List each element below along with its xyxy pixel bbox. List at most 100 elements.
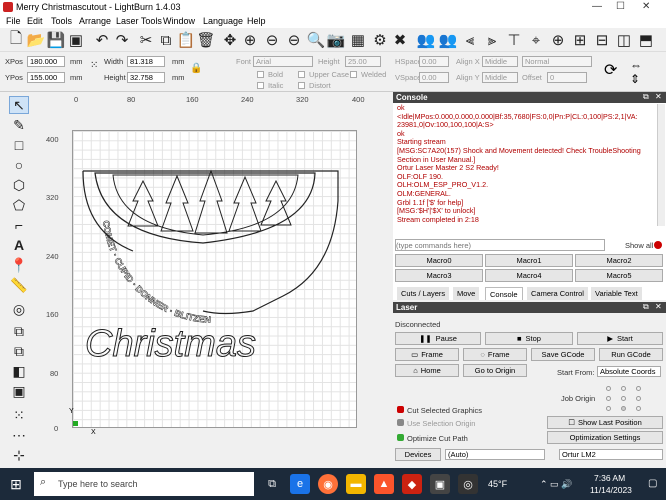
delete-icon[interactable]: 🗑 — [196, 30, 216, 50]
ypos-field[interactable]: 155.000 — [27, 72, 65, 83]
close-button[interactable]: ✕ — [642, 1, 650, 12]
vspace-field[interactable]: 0.00 — [419, 72, 449, 83]
menu-help[interactable]: Help — [247, 16, 266, 26]
menu-window[interactable]: Window — [163, 16, 195, 26]
menu-laser-tools[interactable]: Laser Tools — [116, 16, 162, 26]
pause-button[interactable]: ❚❚ Pause — [395, 332, 481, 345]
welded-checkbox[interactable] — [350, 71, 357, 78]
menu-language[interactable]: Language — [203, 16, 243, 26]
italic-checkbox[interactable] — [257, 82, 264, 89]
macro3-button[interactable]: Macro3 — [395, 269, 483, 282]
tools-icon[interactable]: ✖ — [390, 30, 410, 50]
show-last-position-button[interactable]: ☐ Show Last Position — [547, 416, 663, 429]
macro4-button[interactable]: Macro4 — [485, 269, 573, 282]
bold-checkbox[interactable] — [257, 71, 264, 78]
undo-icon[interactable]: ↶ — [92, 30, 112, 50]
align-right-icon[interactable]: ⫸ — [482, 30, 502, 50]
minimize-button[interactable]: — — [592, 1, 602, 12]
line-icon[interactable]: ⬠ — [9, 196, 29, 214]
boolean-intersect-icon[interactable]: ▣ — [9, 382, 29, 400]
flip-v-icon[interactable]: ⇕ — [630, 72, 640, 86]
go-to-origin-button[interactable]: Go to Origin — [463, 364, 527, 377]
corner-icon[interactable]: ⌐ — [9, 216, 29, 234]
app-icon-2[interactable]: ▣ — [430, 474, 450, 494]
measure-icon[interactable]: 📏 — [9, 276, 29, 294]
stop-button[interactable]: ■ Stop — [485, 332, 573, 345]
flip-h-icon[interactable]: ⇔ — [630, 58, 642, 72]
position-laser-icon[interactable]: 📍 — [9, 256, 29, 274]
group-icon[interactable]: 👥 — [416, 30, 436, 50]
macro1-button[interactable]: Macro1 — [485, 254, 573, 267]
font-select[interactable]: Arial — [253, 56, 313, 67]
taskbar-search[interactable]: ⌕ Type here to search — [34, 472, 254, 496]
boolean-subtract-icon[interactable]: ◧ — [9, 362, 29, 380]
panel-close-icon[interactable]: ✕ — [655, 92, 662, 101]
frame-circle-button[interactable]: ◌ Frame — [463, 348, 527, 361]
hspace-field[interactable]: 0.00 — [419, 56, 449, 67]
lightburn-icon[interactable]: ◆ — [402, 474, 422, 494]
optimize-cut-checkbox[interactable] — [397, 434, 404, 441]
port-select[interactable]: (Auto) — [445, 449, 545, 460]
width-field[interactable]: 81.318 — [127, 56, 165, 67]
zoom-in-icon[interactable]: ⊕ — [240, 30, 260, 50]
center-icon[interactable]: ⌖ — [526, 30, 546, 50]
run-gcode-button[interactable]: Run GCode — [599, 348, 663, 361]
file-explorer-icon[interactable]: ▬ — [346, 474, 366, 494]
device-select[interactable]: Ortur LM2 — [559, 449, 663, 460]
cut-selected-checkbox[interactable] — [397, 406, 404, 413]
upper-case-checkbox[interactable] — [298, 71, 305, 78]
app-icon-3[interactable]: ◎ — [458, 474, 478, 494]
flip-icon[interactable]: ⬒ — [636, 30, 656, 50]
clock-time[interactable]: 7:36 AM — [594, 473, 625, 483]
circular-array-icon[interactable]: ⋯ — [9, 426, 29, 444]
weather-temp[interactable]: 45°F — [488, 479, 507, 489]
weld-icon[interactable]: ⧉ — [9, 322, 29, 340]
show-all-checkbox[interactable] — [654, 241, 662, 249]
laser-close-icon[interactable]: ✕ — [655, 302, 662, 311]
distribute-v-icon[interactable]: ⊟ — [592, 30, 612, 50]
new-file-icon[interactable]: 🗋 — [6, 30, 26, 50]
zoom-page-icon[interactable]: 🔍 — [306, 30, 326, 50]
xpos-field[interactable]: 180.000 — [27, 56, 65, 67]
polygon-icon[interactable]: ⬡ — [9, 176, 29, 194]
redo-icon[interactable]: ↷ — [112, 30, 132, 50]
menu-edit[interactable]: Edit — [27, 16, 43, 26]
task-view-icon[interactable]: ⧉ — [262, 474, 282, 494]
edit-nodes-icon[interactable]: ✎ — [9, 116, 29, 134]
open-folder-icon[interactable]: 📂 — [26, 30, 46, 50]
size-field[interactable]: 25.00 — [345, 56, 381, 67]
boolean-union-icon[interactable]: ⧉ — [9, 342, 29, 360]
tab-variable-text[interactable]: Variable Text — [591, 287, 642, 300]
paste-icon[interactable]: 📋 — [176, 30, 196, 50]
rectangle-icon[interactable]: □ — [9, 136, 29, 154]
edge-icon[interactable]: e — [290, 474, 310, 494]
nudge-icon[interactable]: ⊹ — [9, 446, 29, 464]
console-scrollbar[interactable] — [657, 104, 665, 226]
tab-console[interactable]: Console — [485, 287, 523, 300]
trace-icon[interactable]: ▦ — [348, 30, 368, 50]
home-button[interactable]: ⌂ Home — [395, 364, 459, 377]
text-mode-select[interactable]: Normal — [522, 56, 592, 67]
menu-tools[interactable]: Tools — [51, 16, 72, 26]
cut-icon[interactable]: ✂ — [136, 30, 156, 50]
lock-ratio-icon[interactable]: 🔒 — [190, 63, 202, 74]
dock-icon[interactable]: ◫ — [614, 30, 634, 50]
tab-move[interactable]: Move — [453, 287, 480, 300]
save-icon[interactable]: 💾 — [46, 30, 66, 50]
tray-icons[interactable]: ⌃ ▭ 🔊 — [540, 479, 572, 490]
offset-field[interactable]: 0 — [547, 72, 587, 83]
save-gcode-button[interactable]: Save GCode — [531, 348, 595, 361]
align-top-icon[interactable]: ⊤ — [504, 30, 524, 50]
menu-arrange[interactable]: Arrange — [79, 16, 111, 26]
ungroup-icon[interactable]: 👥 — [438, 30, 458, 50]
clock-date[interactable]: 11/14/2023 — [590, 485, 632, 495]
maximize-button[interactable]: ☐ — [616, 1, 625, 12]
distribute-h-icon[interactable]: ⊞ — [570, 30, 590, 50]
tab-cuts-layers[interactable]: Cuts / Layers — [397, 287, 450, 300]
design-artwork[interactable]: COMET · CUPID · DONNER · BLITZEN Christm… — [73, 131, 358, 429]
macro2-button[interactable]: Macro2 — [575, 254, 663, 267]
firefox-icon[interactable]: ◉ — [318, 474, 338, 494]
camera-icon[interactable]: 📷 — [326, 30, 346, 50]
start-from-select[interactable]: Absolute Coords — [597, 366, 661, 377]
windows-start-icon[interactable]: ⊞ — [6, 474, 26, 494]
